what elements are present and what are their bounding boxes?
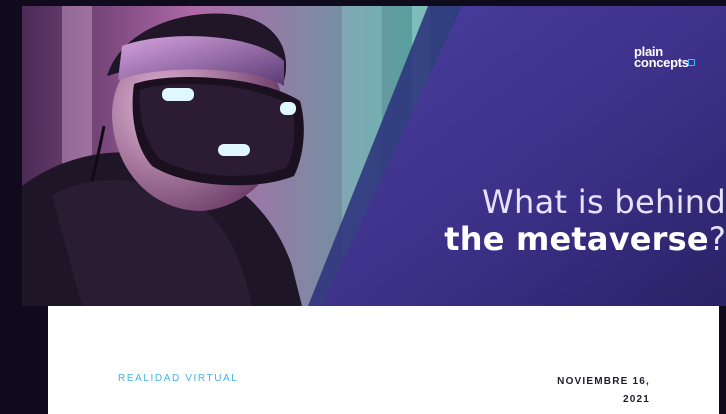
title-line-1: What is behind (482, 183, 726, 221)
publish-date: NOVIEMBRE 16, 2021 (490, 373, 650, 409)
title-line-2: the metaverse? (444, 220, 726, 258)
date-line-1: NOVIEMBRE 16, (557, 376, 650, 387)
hero-banner: plain concepts What is behind the metave… (22, 6, 726, 306)
title-bold-text: the metaverse (444, 220, 709, 258)
article-meta-card: REALIDAD VIRTUAL NOVIEMBRE 16, 2021 (48, 306, 719, 414)
logo-square-icon (688, 59, 695, 66)
logo-text-line-2: concepts (634, 55, 689, 70)
hero-title: What is behind the metaverse? (444, 184, 726, 258)
hero-illustration (22, 6, 726, 306)
category-link[interactable]: REALIDAD VIRTUAL (118, 373, 238, 384)
plain-concepts-logo[interactable]: plain concepts (634, 45, 695, 70)
date-line-2: 2021 (622, 394, 650, 405)
title-question-mark: ? (708, 220, 726, 258)
